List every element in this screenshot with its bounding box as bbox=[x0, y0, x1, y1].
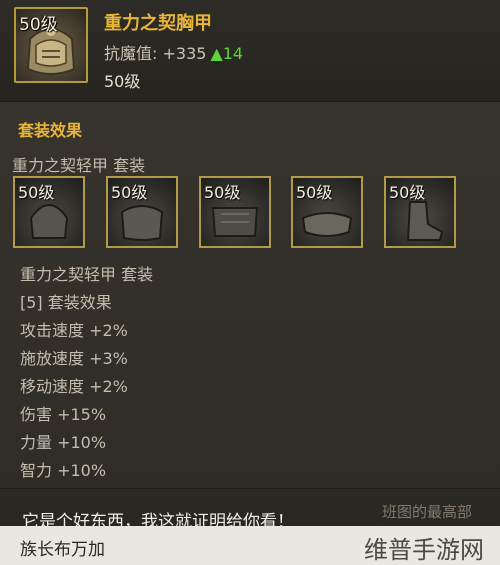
set-piece-slot[interactable]: 50级 bbox=[384, 176, 456, 248]
piece-level: 50级 bbox=[111, 183, 148, 202]
item-tooltip-panel: 50级 重力之契胸甲 抗魔值: +335 ▲14 50级 套装效果 重力之契轻甲 … bbox=[0, 0, 500, 565]
set-effect-title: 套装效果 bbox=[18, 121, 83, 140]
chest-armor-icon[interactable]: 50级 bbox=[14, 7, 88, 83]
item-name: 重力之契胸甲 bbox=[104, 13, 212, 34]
site-watermark: 维普手游网 bbox=[364, 536, 484, 564]
stat-increase: ▲14 bbox=[210, 44, 244, 63]
dialog-faded-text: 班图的最高部 bbox=[382, 503, 473, 521]
bonus-line: 攻击速度 +2% bbox=[20, 321, 128, 340]
set-name-repeat: 重力之契轻甲 套装 bbox=[20, 265, 154, 284]
piece-level: 50级 bbox=[296, 183, 333, 202]
item-level-badge: 50级 bbox=[19, 15, 58, 35]
bonus-line: 伤害 +15% bbox=[20, 405, 107, 424]
bonus-line: 力量 +10% bbox=[20, 433, 107, 452]
set-pieces-row: 50级 50级 50级 50级 50级 bbox=[0, 176, 500, 250]
set-piece-slot[interactable]: 50级 bbox=[199, 176, 271, 248]
speaker-name: 族长布万加 bbox=[20, 540, 105, 560]
item-header: 50级 重力之契胸甲 抗魔值: +335 ▲14 50级 bbox=[0, 0, 500, 102]
bonus-header: [5] 套装效果 bbox=[20, 293, 112, 312]
set-piece-slot[interactable]: 50级 bbox=[106, 176, 178, 248]
set-name: 重力之契轻甲 套装 bbox=[12, 156, 146, 175]
bonus-line: 移动速度 +2% bbox=[20, 377, 128, 396]
stat-label: 抗魔值: +335 bbox=[104, 44, 207, 63]
bonus-line: 智力 +10% bbox=[20, 461, 107, 480]
magic-resist-stat: 抗魔值: +335 ▲14 bbox=[104, 40, 243, 64]
bonus-line: 施放速度 +3% bbox=[20, 349, 128, 368]
piece-level: 50级 bbox=[18, 183, 55, 202]
piece-level: 50级 bbox=[204, 183, 241, 202]
speaker-bar: 族长布万加 维普手游网 bbox=[0, 526, 500, 565]
item-level-text: 50级 bbox=[104, 72, 141, 91]
set-piece-slot[interactable]: 50级 bbox=[13, 176, 85, 248]
set-piece-slot[interactable]: 50级 bbox=[291, 176, 363, 248]
piece-level: 50级 bbox=[389, 183, 426, 202]
